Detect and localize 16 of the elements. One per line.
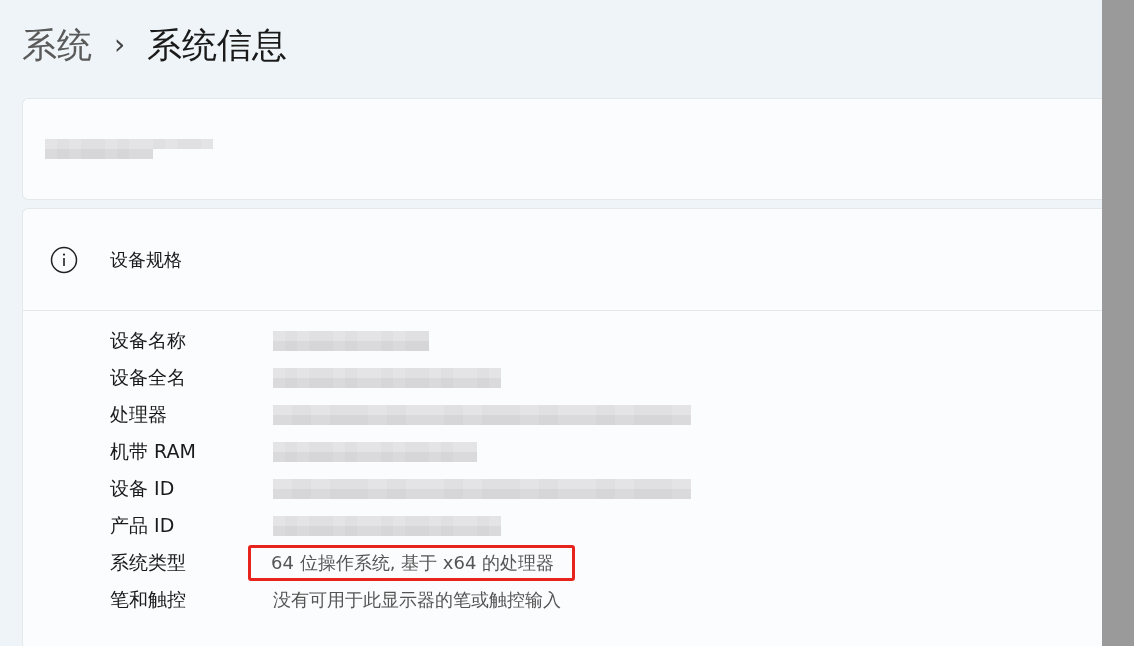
spec-label: 笔和触控 [110, 586, 187, 612]
spec-label: 机带 RAM [110, 438, 197, 464]
spec-label: 设备 ID [110, 475, 176, 501]
info-icon [50, 245, 78, 274]
spec-label: 设备名称 [110, 327, 187, 353]
spec-label: 设备全名 [110, 364, 187, 390]
chevron-icon: › [114, 31, 126, 59]
spec-label: 系统类型 [110, 549, 187, 575]
section-title: 设备规格 [110, 247, 182, 272]
section-header[interactable]: 设备规格 [23, 209, 1102, 311]
breadcrumb-link[interactable]: 系统 [22, 21, 92, 69]
spec-value: 没有可用于此显示器的笔或触控输入 [273, 587, 561, 612]
page-title: 系统信息 [147, 23, 288, 67]
spec-value: 64 位操作系统, 基于 x64 的处理器 [271, 551, 555, 573]
spec-label: 产品 ID [110, 512, 176, 538]
spec-label: 处理器 [110, 401, 168, 427]
